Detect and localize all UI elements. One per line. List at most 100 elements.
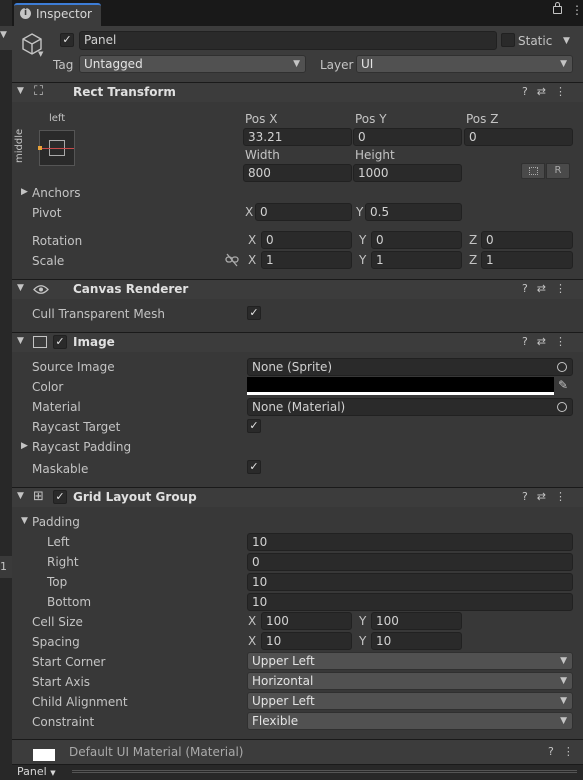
material-label: Material	[32, 400, 81, 414]
chevron-down-icon: ▼	[50, 769, 56, 777]
eyedropper-icon[interactable]: ✎	[558, 378, 568, 392]
spacing-y-field[interactable]: 10	[371, 632, 462, 650]
scale-y-field[interactable]: 1	[371, 251, 462, 269]
source-image-field[interactable]: None (Sprite)	[247, 358, 573, 376]
chevron-down-icon[interactable]: ▼	[17, 491, 24, 501]
cell-size-label: Cell Size	[32, 615, 83, 629]
lock-icon[interactable]	[553, 6, 562, 14]
chevron-down-icon[interactable]: ▼	[17, 336, 24, 346]
raycast-target-checkbox[interactable]: ✓	[247, 419, 261, 433]
tab-inspector-label: Inspector	[36, 7, 92, 21]
blueprint-icon	[529, 167, 538, 175]
padding-left-label: Left	[47, 535, 70, 549]
object-picker-icon[interactable]	[557, 402, 567, 412]
raw-edit-button[interactable]: R	[546, 163, 570, 179]
anchor-dot	[38, 146, 42, 150]
chevron-down-icon[interactable]: ▼	[563, 36, 570, 46]
spacing-x-letter: X	[248, 634, 257, 648]
pivot-y-letter: Y	[356, 205, 364, 219]
pos-x-field[interactable]: 33.21	[243, 128, 352, 146]
static-label: Static	[518, 34, 553, 48]
pivot-x-letter: X	[245, 205, 254, 219]
color-swatch[interactable]	[247, 377, 554, 395]
rect-transform-header[interactable]: ▼ ⛶ Rect Transform ?⇄⋮	[12, 82, 583, 102]
maskable-checkbox[interactable]: ✓	[247, 460, 261, 474]
component-header-icons[interactable]: ?⇄⋮	[522, 335, 575, 348]
pos-y-field[interactable]: 0	[353, 128, 462, 146]
image-header[interactable]: ▼ ✓ Image ?⇄⋮	[12, 332, 583, 352]
object-name-field[interactable]: Panel	[79, 31, 497, 50]
bottom-bar-divider	[72, 770, 577, 773]
padding-right-field[interactable]: 0	[247, 553, 573, 571]
layer-label: Layer	[320, 58, 354, 72]
image-icon	[33, 336, 47, 348]
material-field[interactable]: None (Material)	[247, 398, 573, 416]
rotation-x-field[interactable]: 0	[261, 231, 352, 249]
pos-z-field[interactable]: 0	[464, 128, 573, 146]
rect-transform-icon: ⛶	[34, 84, 44, 99]
layer-dropdown[interactable]: UI ▼	[356, 55, 573, 73]
side-item[interactable]: 1	[0, 560, 7, 573]
component-header-icons[interactable]: ?⇄⋮	[522, 85, 575, 98]
padding-bottom-field[interactable]: 10	[247, 593, 573, 611]
start-axis-dropdown[interactable]: Horizontal ▼	[247, 672, 573, 690]
anchor-v-label: middle	[14, 128, 25, 163]
object-picker-icon[interactable]	[557, 362, 567, 372]
link-icon[interactable]	[225, 253, 239, 267]
grid-layout-title: Grid Layout Group	[73, 490, 197, 504]
chevron-down-icon[interactable]: ▼	[17, 283, 24, 293]
pivot-y-field[interactable]: 0.5	[365, 203, 462, 221]
height-field[interactable]: 1000	[353, 164, 462, 182]
bottom-panel-dropdown[interactable]: Panel ▼	[17, 764, 56, 780]
chevron-down-icon[interactable]: ▼	[17, 86, 24, 96]
chevron-down-icon[interactable]: ▼	[0, 30, 7, 40]
padding-label[interactable]: Padding	[32, 514, 80, 530]
component-header-icons[interactable]: ?⇄⋮	[522, 490, 575, 503]
start-corner-dropdown[interactable]: Upper Left ▼	[247, 652, 573, 670]
rotation-y-field[interactable]: 0	[371, 231, 462, 249]
constraint-dropdown[interactable]: Flexible ▼	[247, 712, 573, 730]
child-alignment-value: Upper Left	[252, 694, 315, 708]
rotation-z-field[interactable]: 0	[481, 231, 573, 249]
start-corner-label: Start Corner	[32, 655, 106, 669]
raycast-padding-label[interactable]: Raycast Padding	[32, 439, 131, 455]
cull-transparent-label: Cull Transparent Mesh	[32, 307, 165, 321]
start-axis-value: Horizontal	[252, 674, 314, 688]
static-checkbox[interactable]	[501, 33, 515, 47]
blueprint-mode-button[interactable]	[521, 163, 545, 179]
cell-x-letter: X	[248, 614, 257, 628]
width-field[interactable]: 800	[243, 164, 352, 182]
scale-z-field[interactable]: 1	[481, 251, 573, 269]
material-preview-swatch	[33, 749, 55, 761]
cell-size-y-field[interactable]: 100	[371, 612, 462, 630]
image-enabled-checkbox[interactable]: ✓	[53, 335, 67, 349]
kebab-menu-icon[interactable]: ⋮	[571, 3, 583, 17]
raycast-target-label: Raycast Target	[32, 420, 121, 434]
spacing-x-field[interactable]: 10	[261, 632, 352, 650]
component-header-icons[interactable]: ?⋮	[548, 745, 583, 758]
chevron-right-icon[interactable]: ▶	[21, 187, 28, 197]
pivot-x-field[interactable]: 0	[255, 203, 352, 221]
info-icon: i	[20, 8, 31, 19]
component-header-icons[interactable]: ?⇄⋮	[522, 282, 575, 295]
chevron-down-icon: ▼	[560, 696, 567, 706]
chevron-right-icon[interactable]: ▶	[21, 441, 28, 451]
chevron-down-icon[interactable]: ▼	[38, 50, 43, 58]
padding-left-field[interactable]: 10	[247, 533, 573, 551]
anchor-presets-button[interactable]	[38, 130, 75, 166]
scale-x-field[interactable]: 1	[261, 251, 352, 269]
material-footer[interactable]: Default UI Material (Material) ?⋮	[12, 739, 583, 764]
canvas-renderer-header[interactable]: ▼ Canvas Renderer ?⇄⋮	[12, 279, 583, 299]
grid-enabled-checkbox[interactable]: ✓	[53, 490, 67, 504]
padding-top-field[interactable]: 10	[247, 573, 573, 591]
child-alignment-dropdown[interactable]: Upper Left ▼	[247, 692, 573, 710]
grid-layout-header[interactable]: ▼ ⊞ ✓ Grid Layout Group ?⇄⋮	[12, 487, 583, 507]
active-checkbox[interactable]: ✓	[60, 33, 74, 47]
tag-dropdown[interactable]: Untagged ▼	[79, 55, 306, 73]
chevron-down-icon[interactable]: ▼	[21, 516, 28, 526]
anchors-label[interactable]: Anchors	[32, 185, 81, 201]
tab-inspector[interactable]: i Inspector	[14, 3, 101, 26]
cull-transparent-checkbox[interactable]: ✓	[247, 306, 261, 320]
start-corner-value: Upper Left	[252, 654, 315, 668]
cell-size-x-field[interactable]: 100	[261, 612, 352, 630]
